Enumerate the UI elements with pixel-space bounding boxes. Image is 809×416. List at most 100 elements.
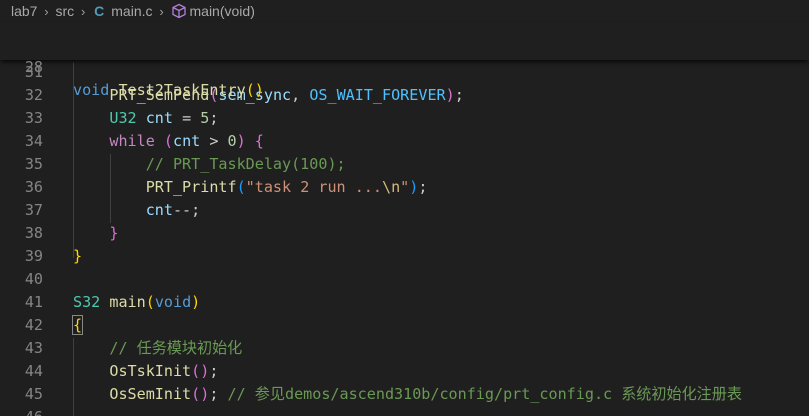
code-token: =: [172, 109, 201, 127]
chevron-right-icon: ›: [44, 3, 49, 19]
code-token: ): [445, 86, 455, 104]
code-line[interactable]: 40: [0, 268, 809, 291]
code-token: OsTskInit: [109, 362, 192, 380]
code-editor[interactable]: lab7 › src › C main.c › main(void) 28 vo…: [0, 0, 809, 416]
code-text: S32 main(void): [73, 291, 200, 314]
code-line[interactable]: 38 }: [0, 222, 809, 245]
code-token: OsSemInit: [109, 385, 192, 403]
code-line[interactable]: 33 U32 cnt = 5;: [0, 107, 809, 130]
sticky-line[interactable]: 28 void Test2TaskEntry(): [0, 33, 809, 99]
code-line[interactable]: 37 cnt--;: [0, 199, 809, 222]
code-text: PRT_Printf("task 2 run ...\n");: [73, 176, 428, 199]
line-number: 38: [24, 224, 43, 242]
code-line[interactable]: 36 PRT_Printf("task 2 run ...\n");: [0, 176, 809, 199]
code-token: {: [254, 132, 264, 150]
code-token: (): [191, 385, 210, 403]
code-line[interactable]: 39}: [0, 245, 809, 268]
code-token: 5: [200, 109, 210, 127]
code-token: "task 2 run ...: [245, 178, 382, 196]
method-cube-icon: [171, 3, 186, 19]
line-number: 43: [24, 339, 43, 357]
chevron-right-icon: ›: [159, 3, 164, 19]
breadcrumb-symbol-main[interactable]: main(void): [190, 3, 255, 19]
code-token: void: [73, 81, 110, 99]
code-token: // 任务模块初始化: [109, 339, 243, 357]
code-line[interactable]: 45 OsSemInit(); // 参见demos/ascend310b/co…: [0, 383, 809, 406]
code-line[interactable]: 42 {: [0, 314, 809, 337]
code-token: // 参见demos/ascend310b/config/prt_config.…: [227, 385, 742, 403]
code-token: S32: [73, 293, 101, 311]
code-token: (): [245, 81, 264, 99]
code-text: void Test2TaskEntry(): [73, 79, 264, 102]
code-text: cnt--;: [73, 199, 201, 222]
code-token: ): [191, 293, 201, 311]
code-token: 0: [227, 132, 237, 150]
line-number: 40: [24, 270, 43, 288]
code-text: // 任务模块初始化: [73, 337, 242, 360]
code-token: Test2TaskEntry: [118, 81, 246, 99]
code-token: // PRT_TaskDelay(100);: [145, 155, 346, 173]
code-token: ": [400, 178, 410, 196]
code-text: // PRT_TaskDelay(100);: [73, 153, 346, 176]
breadcrumb-file-main-c[interactable]: main.c: [111, 3, 152, 19]
line-number: 35: [24, 155, 43, 173]
code-token: (: [163, 132, 173, 150]
code-token: (: [236, 178, 246, 196]
line-number: 46: [0, 406, 43, 416]
line-number: 36: [24, 178, 43, 196]
line-number: 37: [24, 201, 43, 219]
code-line[interactable]: 34 while (cnt > 0) {: [0, 130, 809, 153]
code-token: ;: [209, 362, 219, 380]
code-text: U32 cnt = 5;: [73, 107, 218, 130]
c-language-icon: C: [94, 3, 105, 19]
code-token: main: [109, 293, 146, 311]
code-line[interactable]: 35 // PRT_TaskDelay(100);: [0, 153, 809, 176]
code-line[interactable]: 41 S32 main(void): [0, 291, 809, 314]
code-token: while: [109, 132, 155, 150]
breadcrumb-folder-lab7[interactable]: lab7: [11, 3, 37, 19]
code-token: >: [200, 132, 228, 150]
line-number: 34: [24, 132, 43, 150]
code-token: void: [154, 293, 192, 311]
code-token: ): [409, 178, 419, 196]
line-number: 39: [24, 247, 43, 265]
code-text: OsTskInit();: [73, 360, 218, 383]
code-token: PRT_Printf: [145, 178, 237, 196]
code-token: }: [109, 224, 119, 242]
code-token: ;: [454, 86, 464, 104]
line-number: 42: [24, 316, 43, 334]
code-token: {: [71, 315, 84, 335]
code-token: (: [145, 293, 155, 311]
code-token: cnt: [145, 109, 173, 127]
code-token: --;: [172, 201, 201, 219]
code-token: U32: [109, 109, 137, 127]
code-text: OsSemInit(); // 参见demos/ascend310b/confi…: [73, 383, 742, 406]
line-number: 28: [24, 58, 43, 76]
code-token: ,: [291, 86, 310, 104]
code-line[interactable]: 46: [0, 406, 809, 416]
sticky-scroll-header[interactable]: 28 void Test2TaskEntry(): [0, 22, 809, 99]
breadcrumb-folder-src[interactable]: src: [55, 3, 74, 19]
code-token: \n: [381, 178, 401, 196]
code-line[interactable]: 43 // 任务模块初始化: [0, 337, 809, 360]
code-token: cnt: [172, 132, 201, 150]
code-token: cnt: [145, 201, 173, 219]
code-token: (): [191, 362, 210, 380]
code-line[interactable]: 44 OsTskInit();: [0, 360, 809, 383]
code-token: ;: [209, 109, 219, 127]
code-text: }: [73, 222, 118, 245]
